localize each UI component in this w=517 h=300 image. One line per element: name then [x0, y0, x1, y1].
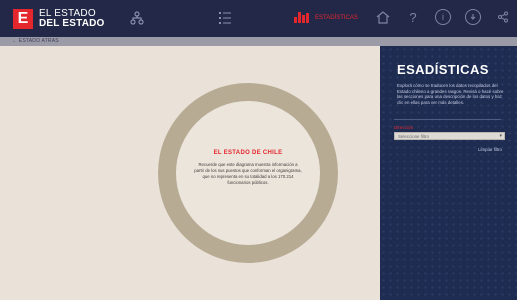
download-svg	[470, 14, 476, 20]
logo-mark: E	[13, 8, 33, 29]
filter-select-value: Seleccione filtro	[398, 133, 429, 139]
toolbar-right: ? i	[375, 9, 511, 25]
logo-line-2: DEL ESTADO	[39, 17, 105, 29]
filter-label: Dirección	[394, 125, 414, 130]
back-link[interactable]: ← ESTADO ATRAS	[12, 38, 59, 44]
sub-bar: ← ESTADO ATRAS	[0, 37, 517, 46]
org-chart-icon[interactable]	[129, 10, 145, 26]
share-icon[interactable]	[495, 9, 511, 25]
list-svg	[219, 12, 231, 24]
diagram-description: Recuerde que este diagrama muestra infor…	[194, 162, 302, 185]
clear-filter-link[interactable]: Limpiar filtro	[478, 147, 502, 152]
org-chart-svg	[130, 11, 144, 25]
list-icon[interactable]	[217, 10, 233, 26]
home-svg	[376, 10, 390, 24]
info-icon[interactable]: i	[435, 9, 451, 25]
state-ring[interactable]: EL ESTADO DE CHILE Recuerde que este dia…	[158, 83, 338, 263]
app: E EL ESTADO DEL ESTADO ESTADÍSTICAS ? i …	[0, 0, 517, 300]
tab-estadisticas[interactable]: ESTADÍSTICAS	[294, 12, 358, 23]
filter-select[interactable]: Seleccione filtro ▾	[394, 132, 505, 140]
diagram-title: EL ESTADO DE CHILE	[213, 150, 283, 156]
ring-center: EL ESTADO DE CHILE Recuerde que este dia…	[176, 101, 320, 245]
diagram-canvas: EL ESTADO DE CHILE Recuerde que este dia…	[10, 46, 378, 300]
panel-title: ESADÍSTICAS	[397, 62, 489, 77]
logo-line-1: EL ESTADO	[39, 7, 96, 19]
tab-estadisticas-label: ESTADÍSTICAS	[315, 14, 358, 21]
home-icon[interactable]	[375, 9, 391, 25]
download-icon[interactable]	[465, 9, 481, 25]
top-bar: E EL ESTADO DEL ESTADO ESTADÍSTICAS ? i	[0, 0, 517, 37]
share-svg	[498, 11, 508, 23]
logo[interactable]: E EL ESTADO DEL ESTADO	[0, 0, 105, 37]
panel-description: Explorá cómo se traducen los datos recop…	[397, 83, 504, 105]
help-icon[interactable]: ?	[405, 9, 421, 25]
logo-text: EL ESTADO DEL ESTADO	[39, 7, 105, 29]
bar-chart-icon	[294, 12, 309, 23]
chevron-down-icon: ▾	[499, 133, 502, 139]
divider	[394, 119, 501, 120]
stats-panel: ESADÍSTICAS Explorá cómo se traducen los…	[380, 46, 517, 300]
